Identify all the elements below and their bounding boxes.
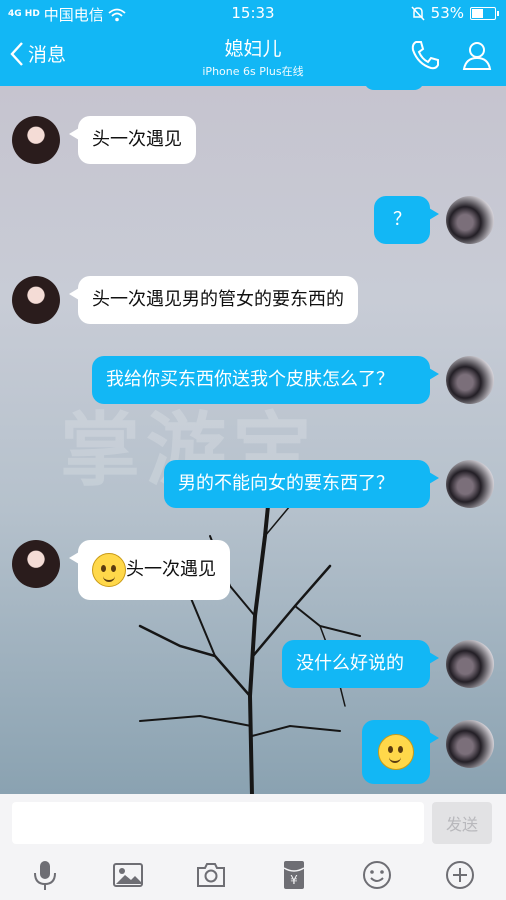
my-avatar[interactable] (446, 356, 494, 404)
camera-button[interactable] (194, 858, 228, 892)
message-bubble[interactable]: 男的不能向女的要东西了？ (164, 460, 439, 508)
contact-avatar[interactable] (12, 276, 60, 324)
chat-area[interactable]: 掌游宝 头一次遇见 ？ 头一次遇见男的管女的要东西的 我给你买东西你送我个皮肤怎… (0, 86, 506, 794)
my-avatar[interactable] (446, 720, 494, 768)
contact-avatar[interactable] (12, 540, 60, 588)
message-text: 我给你买东西你送我个皮肤怎么了？ (106, 369, 394, 390)
message-text: 男的不能向女的要东西了？ (178, 473, 394, 494)
battery-fill (472, 8, 483, 18)
emoji-icon (363, 861, 391, 889)
message-input[interactable] (12, 802, 424, 844)
smile-emoji (378, 734, 414, 770)
message-bubble[interactable]: 头一次遇见 (69, 540, 230, 600)
message-bubble[interactable]: ？ (374, 196, 439, 244)
emoji-mouth (103, 575, 115, 582)
plus-icon (446, 861, 474, 889)
message-text: 头一次遇见 (126, 559, 216, 580)
message-bubble[interactable] (362, 720, 439, 784)
battery-percent: 53% (430, 4, 464, 22)
emoji-eye (388, 746, 393, 753)
person-icon (462, 42, 492, 70)
partial-bubble (364, 86, 424, 90)
toolbar: ¥ (0, 850, 506, 900)
profile-button[interactable] (460, 38, 494, 72)
input-bar: 发送 ¥ (0, 794, 506, 900)
photo-button[interactable] (111, 858, 145, 892)
battery-icon (470, 6, 499, 20)
my-avatar[interactable] (446, 460, 494, 508)
red-packet-label: ¥ (290, 873, 298, 887)
message-text: 头一次遇见男的管女的要东西的 (92, 289, 344, 310)
message-bubble[interactable]: 没什么好说的 (282, 640, 439, 688)
emoji-eye (101, 565, 106, 572)
tree-background (138, 480, 361, 794)
message-text: ？ (393, 209, 411, 230)
message-text: 头一次遇见 (92, 129, 182, 150)
red-packet-icon: ¥ (283, 861, 305, 889)
message-text: 没什么好说的 (296, 653, 404, 674)
microphone-icon (34, 861, 56, 890)
emoji-mouth (389, 756, 401, 763)
red-packet-button[interactable]: ¥ (277, 858, 311, 892)
emoji-eye (111, 565, 116, 572)
emoji-eye (398, 746, 403, 753)
clock: 15:33 (231, 4, 275, 22)
chat-header: 消息 媳妇儿 iPhone 6s Plus在线 (0, 26, 506, 86)
voice-button[interactable] (28, 858, 62, 892)
message-bubble[interactable]: 头一次遇见 (69, 116, 196, 164)
message-bubble[interactable]: 我给你买东西你送我个皮肤怎么了？ (92, 356, 439, 404)
status-bar: 4G HD 中国电信 15:33 53% (0, 0, 506, 26)
more-button[interactable] (443, 858, 477, 892)
alarm-off-icon (411, 5, 425, 21)
sweat-smile-emoji (92, 553, 126, 587)
call-button[interactable] (408, 38, 442, 72)
image-icon (113, 863, 143, 887)
send-button[interactable]: 发送 (432, 802, 492, 844)
my-avatar[interactable] (446, 640, 494, 688)
contact-avatar[interactable] (12, 116, 60, 164)
my-avatar[interactable] (446, 196, 494, 244)
message-bubble[interactable]: 头一次遇见男的管女的要东西的 (69, 276, 358, 324)
camera-icon (197, 863, 225, 887)
phone-icon (411, 41, 439, 70)
emoji-button[interactable] (360, 858, 394, 892)
